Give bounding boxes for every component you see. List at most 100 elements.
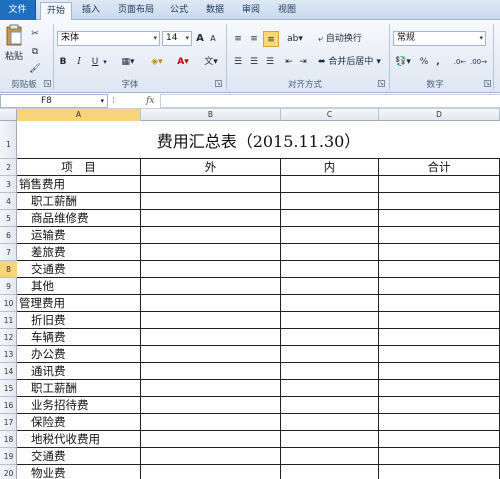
- formula-input[interactable]: [160, 94, 500, 108]
- align-bottom-icon[interactable]: ≡: [263, 31, 279, 47]
- row-header-9[interactable]: 9: [0, 278, 17, 295]
- table-cell[interactable]: 办公费: [17, 346, 141, 363]
- table-cell[interactable]: [141, 278, 281, 295]
- table-cell[interactable]: 物业费: [17, 465, 141, 479]
- table-cell[interactable]: 管理费用: [17, 295, 141, 312]
- paste-button[interactable]: 粘贴: [3, 24, 25, 68]
- orientation-icon[interactable]: ab▾: [285, 31, 305, 47]
- alignment-launcher-icon[interactable]: ↘: [378, 80, 385, 87]
- column-header-d[interactable]: D: [379, 109, 500, 121]
- table-cell[interactable]: 保险费: [17, 414, 141, 431]
- table-cell[interactable]: [379, 261, 500, 278]
- select-all-corner[interactable]: [0, 109, 17, 121]
- table-cell[interactable]: [379, 278, 500, 295]
- table-cell[interactable]: [141, 363, 281, 380]
- fill-color-icon[interactable]: ◈▾: [146, 54, 168, 70]
- table-cell[interactable]: 职工薪酬: [17, 193, 141, 210]
- row-header-8[interactable]: 8: [0, 261, 17, 278]
- table-cell[interactable]: [141, 244, 281, 261]
- table-cell[interactable]: [141, 176, 281, 193]
- table-cell[interactable]: [281, 176, 379, 193]
- table-cell[interactable]: [141, 312, 281, 329]
- row-header-19[interactable]: 19: [0, 448, 17, 465]
- format-painter-icon[interactable]: 🖌: [28, 61, 42, 77]
- table-cell[interactable]: 运输费: [17, 227, 141, 244]
- table-cell[interactable]: [379, 448, 500, 465]
- row-header-16[interactable]: 16: [0, 397, 17, 414]
- table-cell[interactable]: [281, 346, 379, 363]
- table-cell[interactable]: [379, 380, 500, 397]
- sheet-title[interactable]: 费用汇总表（2015.11.30）: [17, 121, 500, 159]
- table-cell[interactable]: [379, 465, 500, 479]
- row-header-10[interactable]: 10: [0, 295, 17, 312]
- table-cell[interactable]: [141, 414, 281, 431]
- table-cell[interactable]: [281, 380, 379, 397]
- tab-data[interactable]: 数据: [200, 2, 230, 20]
- table-cell[interactable]: [141, 346, 281, 363]
- number-format-combo[interactable]: 常规 ▾: [393, 31, 486, 46]
- table-cell[interactable]: [141, 465, 281, 479]
- table-cell[interactable]: 职工薪酬: [17, 380, 141, 397]
- align-top-icon[interactable]: ≡: [231, 31, 245, 47]
- table-cell[interactable]: 车辆费: [17, 329, 141, 346]
- table-cell[interactable]: [379, 176, 500, 193]
- table-cell[interactable]: [141, 380, 281, 397]
- decrease-decimal-icon[interactable]: .00→: [470, 54, 487, 70]
- shrink-font-button[interactable]: A: [207, 31, 219, 47]
- table-cell[interactable]: [379, 295, 500, 312]
- table-cell[interactable]: [281, 397, 379, 414]
- tab-file[interactable]: 文件: [0, 0, 36, 20]
- align-left-icon[interactable]: ☰: [231, 54, 245, 70]
- bold-button[interactable]: B: [57, 54, 69, 70]
- table-cell[interactable]: [141, 448, 281, 465]
- chevron-down-icon[interactable]: ▾: [101, 54, 109, 70]
- row-header-6[interactable]: 6: [0, 227, 17, 244]
- table-cell[interactable]: [141, 329, 281, 346]
- percent-button[interactable]: %: [418, 54, 430, 70]
- table-cell[interactable]: [379, 244, 500, 261]
- copy-icon[interactable]: ⧉: [28, 44, 42, 60]
- table-cell[interactable]: [281, 414, 379, 431]
- row-header-2[interactable]: 2: [0, 159, 17, 176]
- table-cell[interactable]: [281, 261, 379, 278]
- header-cell-b[interactable]: 外: [141, 159, 281, 176]
- row-header-18[interactable]: 18: [0, 431, 17, 448]
- table-cell[interactable]: [379, 346, 500, 363]
- align-right-icon[interactable]: ☰: [263, 54, 277, 70]
- clipboard-launcher-icon[interactable]: ↘: [44, 80, 51, 87]
- header-cell-c[interactable]: 内: [281, 159, 379, 176]
- header-cell-a[interactable]: 项 目: [17, 159, 141, 176]
- merge-center-button[interactable]: ⬌ 合并后居中 ▾: [318, 54, 386, 70]
- table-cell[interactable]: [379, 227, 500, 244]
- tab-formulas[interactable]: 公式: [164, 2, 194, 20]
- row-header-3[interactable]: 3: [0, 176, 17, 193]
- phonetic-icon[interactable]: 文▾: [201, 54, 221, 70]
- column-header-b[interactable]: B: [141, 109, 281, 121]
- table-cell[interactable]: 销售费用: [17, 176, 141, 193]
- table-cell[interactable]: 折旧费: [17, 312, 141, 329]
- italic-button[interactable]: I: [73, 54, 85, 70]
- row-header-12[interactable]: 12: [0, 329, 17, 346]
- font-launcher-icon[interactable]: ↘: [215, 80, 222, 87]
- row-header-14[interactable]: 14: [0, 363, 17, 380]
- table-cell[interactable]: [379, 363, 500, 380]
- table-cell[interactable]: [281, 227, 379, 244]
- table-cell[interactable]: 交通费: [17, 261, 141, 278]
- tab-review[interactable]: 审阅: [236, 2, 266, 20]
- align-middle-icon[interactable]: ≡: [247, 31, 261, 47]
- column-header-a[interactable]: A: [17, 109, 141, 121]
- header-cell-d[interactable]: 合计: [379, 159, 500, 176]
- table-cell[interactable]: [379, 193, 500, 210]
- row-header-15[interactable]: 15: [0, 380, 17, 397]
- table-cell[interactable]: [281, 448, 379, 465]
- row-header-1[interactable]: 1: [0, 121, 17, 159]
- row-header-11[interactable]: 11: [0, 312, 17, 329]
- table-cell[interactable]: [141, 397, 281, 414]
- row-header-20[interactable]: 20: [0, 465, 17, 479]
- underline-button[interactable]: U: [89, 54, 101, 70]
- wrap-text-button[interactable]: ⤶ 自动换行: [318, 31, 374, 47]
- increase-decimal-icon[interactable]: .0←: [452, 54, 468, 70]
- tab-view[interactable]: 视图: [272, 2, 302, 20]
- grow-font-button[interactable]: A: [194, 31, 206, 47]
- table-cell[interactable]: [141, 431, 281, 448]
